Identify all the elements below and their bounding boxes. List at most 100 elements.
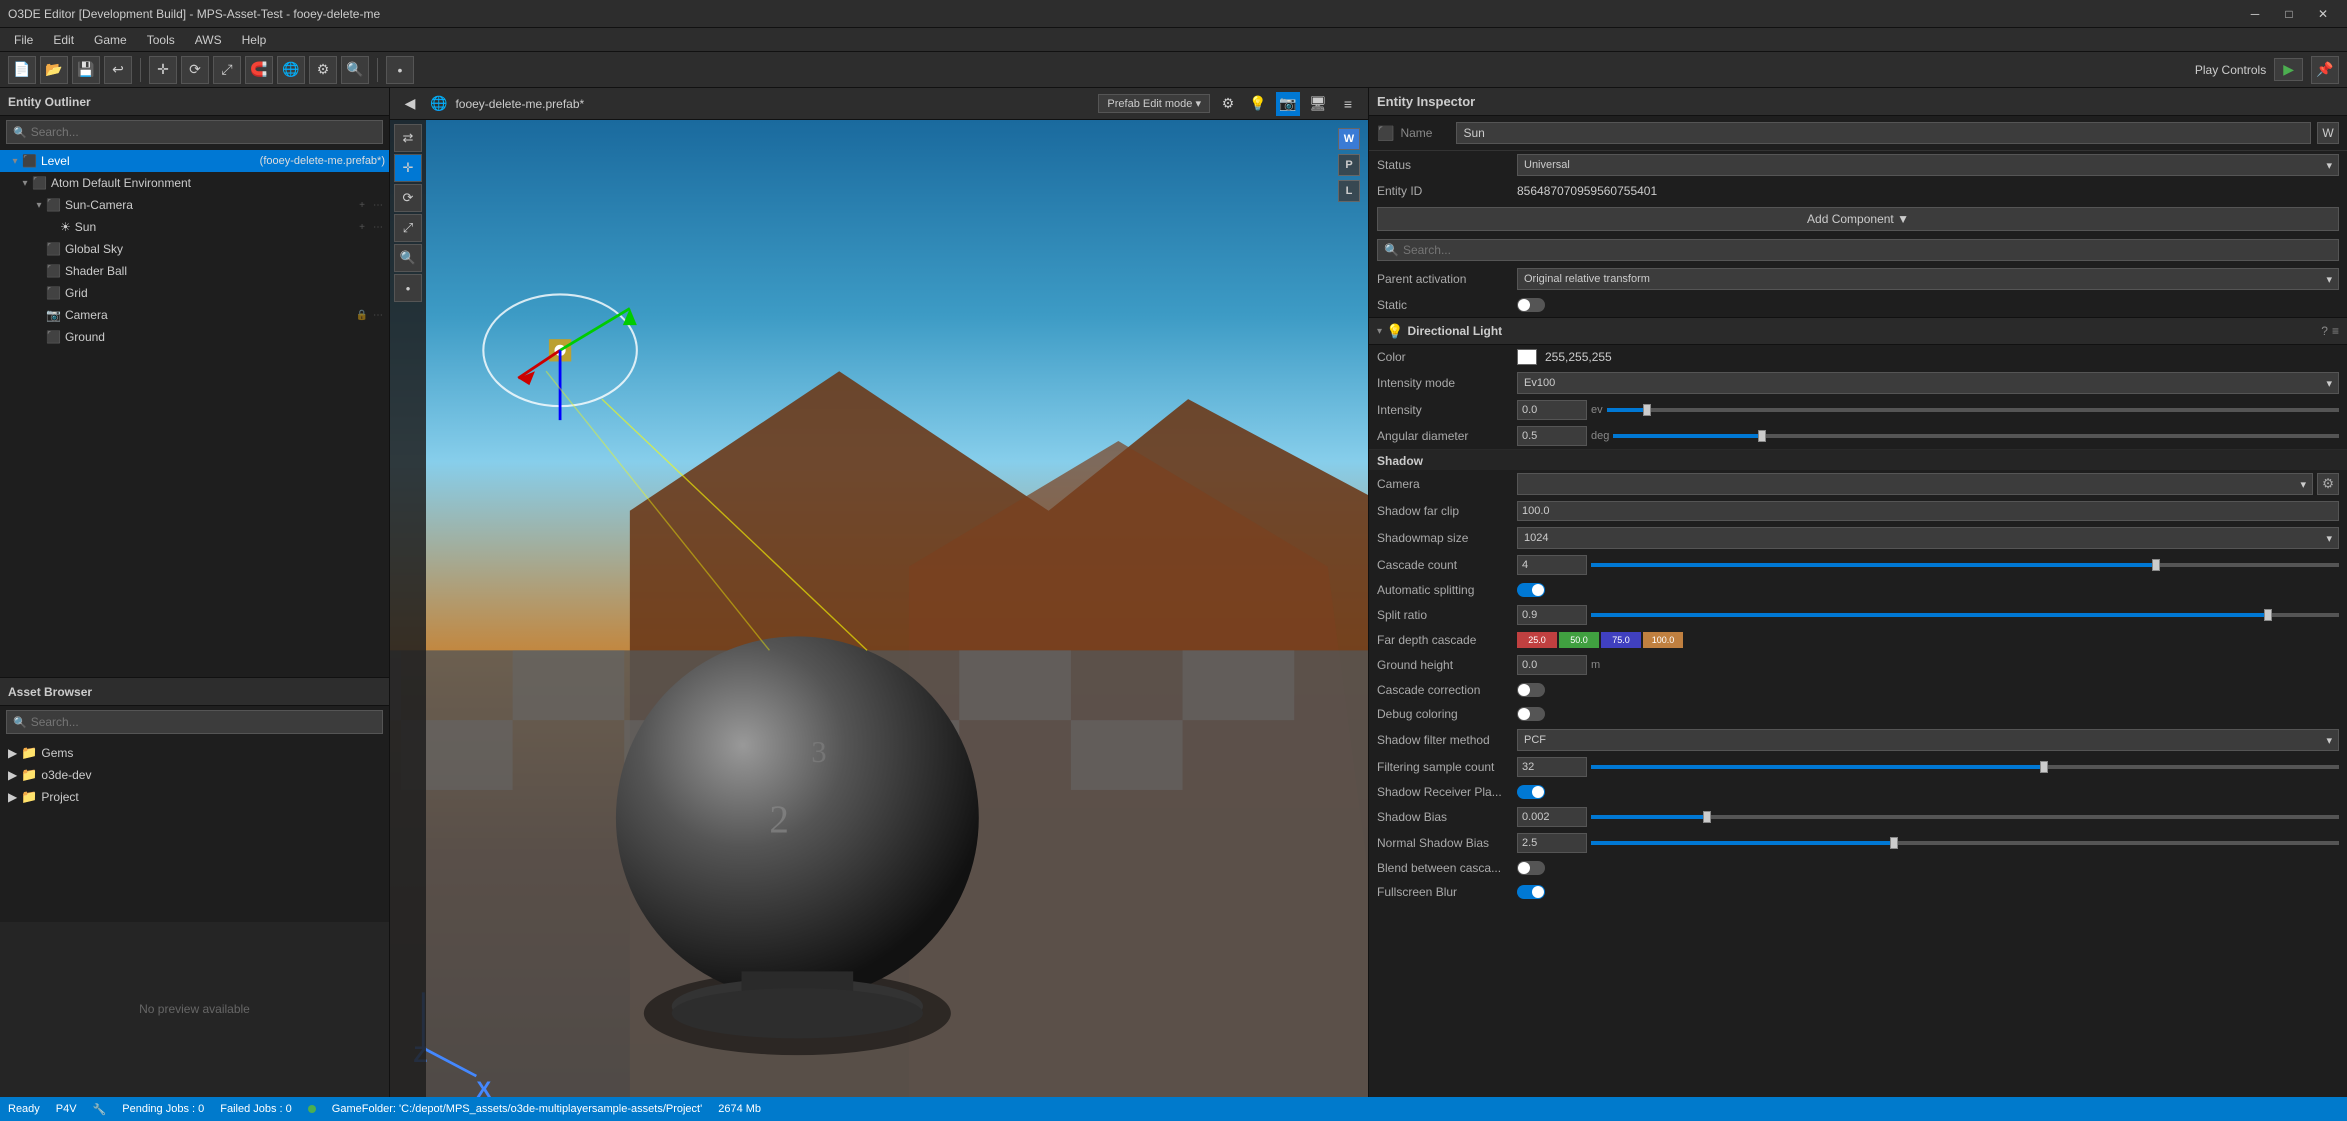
directional-light-section[interactable]: ▾ 💡 Directional Light ? ≡ bbox=[1369, 317, 2347, 345]
viewport-back-button[interactable]: ◀ bbox=[398, 92, 422, 116]
expand-camera[interactable] bbox=[32, 310, 46, 321]
angular-diameter-input[interactable] bbox=[1517, 426, 1587, 446]
expand-sun[interactable] bbox=[46, 222, 60, 233]
shadow-bias-slider[interactable] bbox=[1591, 815, 2339, 819]
shadow-receiver-toggle[interactable] bbox=[1517, 785, 1545, 799]
expand-atom[interactable]: ▾ bbox=[18, 178, 32, 189]
cascade-count-input[interactable] bbox=[1517, 555, 1587, 575]
camera-dropdown[interactable]: ▾ bbox=[1517, 473, 2313, 495]
intensity-input[interactable] bbox=[1517, 400, 1587, 420]
cascade-correction-toggle[interactable] bbox=[1517, 683, 1545, 697]
viewport-light-btn[interactable]: 💡 bbox=[1246, 92, 1270, 116]
fullscreen-blur-toggle[interactable] bbox=[1517, 885, 1545, 899]
toolbar-settings[interactable]: ⚙ bbox=[309, 56, 337, 84]
viewport-scene[interactable]: 2 3 Z X bbox=[390, 120, 1368, 1097]
prefab-mode-dropdown[interactable]: Prefab Edit mode ▾ bbox=[1098, 94, 1210, 113]
tree-item-sun-camera[interactable]: ▾ ⬛ Sun-Camera +⋯ bbox=[0, 194, 389, 216]
toolbar-snap[interactable]: 🧲 bbox=[245, 56, 273, 84]
outliner-search-input[interactable] bbox=[31, 125, 376, 139]
expand-sun-camera[interactable]: ▾ bbox=[32, 200, 46, 211]
cascade-count-slider[interactable] bbox=[1591, 563, 2339, 567]
menu-file[interactable]: File bbox=[4, 28, 43, 52]
play-button[interactable]: ▶ bbox=[2274, 58, 2303, 81]
asset-search-input[interactable] bbox=[31, 715, 376, 729]
tool-misc-btn[interactable]: • bbox=[394, 274, 422, 302]
minimize-button[interactable]: ─ bbox=[2239, 4, 2271, 24]
tool-zoom-btn[interactable]: 🔍 bbox=[394, 244, 422, 272]
project-expand[interactable]: ▶ bbox=[8, 790, 17, 804]
dir-light-menu-icon[interactable]: ≡ bbox=[2332, 324, 2339, 338]
tool-transform-btn[interactable]: ⇄ bbox=[394, 124, 422, 152]
sun-camera-more[interactable]: ⋯ bbox=[371, 198, 385, 212]
toolbar-world[interactable]: 🌐 bbox=[277, 56, 305, 84]
menu-edit[interactable]: Edit bbox=[43, 28, 84, 52]
expand-ground[interactable] bbox=[32, 332, 46, 343]
menu-help[interactable]: Help bbox=[232, 28, 277, 52]
debug-coloring-toggle[interactable] bbox=[1517, 707, 1545, 721]
asset-item-o3de-dev[interactable]: ▶ 📁 o3de-dev bbox=[0, 764, 389, 786]
tree-item-ground[interactable]: ⬛ Ground bbox=[0, 326, 389, 348]
toolbar-new[interactable]: 📄 bbox=[8, 56, 36, 84]
entity-name-confirm-btn[interactable]: W bbox=[2317, 122, 2339, 144]
static-toggle[interactable] bbox=[1517, 298, 1545, 312]
normal-shadow-bias-slider[interactable] bbox=[1591, 841, 2339, 845]
camera-more[interactable]: ⋯ bbox=[371, 308, 385, 322]
expand-level[interactable]: ▾ bbox=[8, 156, 22, 167]
shadow-filter-dropdown[interactable]: PCF ▾ bbox=[1517, 729, 2339, 751]
expand-global-sky[interactable] bbox=[32, 244, 46, 255]
blend-cascades-toggle[interactable] bbox=[1517, 861, 1545, 875]
filtering-sample-input[interactable] bbox=[1517, 757, 1587, 777]
tree-item-global-sky[interactable]: ⬛ Global Sky bbox=[0, 238, 389, 260]
viewport-camera-btn[interactable]: 📷 bbox=[1276, 92, 1300, 116]
tree-item-camera[interactable]: 📷 Camera 🔒⋯ bbox=[0, 304, 389, 326]
menu-game[interactable]: Game bbox=[84, 28, 137, 52]
filtering-sample-slider[interactable] bbox=[1591, 765, 2339, 769]
tool-scale-btn[interactable]: ⤢ bbox=[394, 214, 422, 242]
menu-tools[interactable]: Tools bbox=[137, 28, 185, 52]
viewport-settings-btn[interactable]: ⚙ bbox=[1216, 92, 1240, 116]
asset-item-project[interactable]: ▶ 📁 Project bbox=[0, 786, 389, 808]
tree-item-grid[interactable]: ⬛ Grid bbox=[0, 282, 389, 304]
normal-shadow-bias-input[interactable] bbox=[1517, 833, 1587, 853]
shadow-far-clip-input[interactable] bbox=[1517, 501, 2339, 521]
view-mode-p[interactable]: P bbox=[1338, 154, 1360, 176]
tree-item-sun[interactable]: ☀ Sun +⋯ bbox=[0, 216, 389, 238]
view-mode-w[interactable]: W bbox=[1338, 128, 1360, 150]
view-mode-l[interactable]: L bbox=[1338, 180, 1360, 202]
add-component-button[interactable]: Add Component ▼ bbox=[1377, 207, 2339, 231]
sun-camera-add[interactable]: + bbox=[355, 198, 369, 212]
toolbar-transform[interactable]: ✛ bbox=[149, 56, 177, 84]
menu-aws[interactable]: AWS bbox=[185, 28, 232, 52]
asset-item-gems[interactable]: ▶ 📁 Gems bbox=[0, 742, 389, 764]
toolbar-search[interactable]: 🔍 bbox=[341, 56, 369, 84]
toolbar-rotate[interactable]: ⟳ bbox=[181, 56, 209, 84]
dir-light-expand-icon[interactable]: ▾ bbox=[1377, 326, 1382, 337]
inspector-search-bar[interactable]: 🔍 bbox=[1377, 239, 2339, 261]
split-ratio-slider[interactable] bbox=[1591, 613, 2339, 617]
tree-item-level[interactable]: ▾ ⬛ Level (fooey-delete-me.prefab*) bbox=[0, 150, 389, 172]
expand-shader-ball[interactable] bbox=[32, 266, 46, 277]
toolbar-undo[interactable]: ↩ bbox=[104, 56, 132, 84]
entity-name-input[interactable] bbox=[1456, 122, 2311, 144]
outliner-search-bar[interactable]: 🔍 bbox=[6, 120, 383, 144]
toolbar-open[interactable]: 📂 bbox=[40, 56, 68, 84]
ground-height-input[interactable] bbox=[1517, 655, 1587, 675]
maximize-button[interactable]: □ bbox=[2273, 4, 2305, 24]
tree-item-atom-default[interactable]: ▾ ⬛ Atom Default Environment bbox=[0, 172, 389, 194]
shadow-bias-input[interactable] bbox=[1517, 807, 1587, 827]
tool-rotate-btn[interactable]: ⟳ bbox=[394, 184, 422, 212]
tree-item-shader-ball[interactable]: ⬛ Shader Ball bbox=[0, 260, 389, 282]
toolbar-extra[interactable]: • bbox=[386, 56, 414, 84]
camera-settings-btn[interactable]: ⚙ bbox=[2317, 473, 2339, 495]
intensity-mode-dropdown[interactable]: Ev100 ▾ bbox=[1517, 372, 2339, 394]
toolbar-save[interactable]: 💾 bbox=[72, 56, 100, 84]
shadowmap-size-dropdown[interactable]: 1024 ▾ bbox=[1517, 527, 2339, 549]
asset-search-bar[interactable]: 🔍 bbox=[6, 710, 383, 734]
close-button[interactable]: ✕ bbox=[2307, 4, 2339, 24]
tool-select-btn[interactable]: ✛ bbox=[394, 154, 422, 182]
pin-button[interactable]: 📌 bbox=[2311, 56, 2339, 84]
status-dropdown[interactable]: Universal ▾ bbox=[1517, 154, 2339, 176]
gems-expand[interactable]: ▶ bbox=[8, 746, 17, 760]
auto-splitting-toggle[interactable] bbox=[1517, 583, 1545, 597]
intensity-slider[interactable] bbox=[1607, 408, 2339, 412]
